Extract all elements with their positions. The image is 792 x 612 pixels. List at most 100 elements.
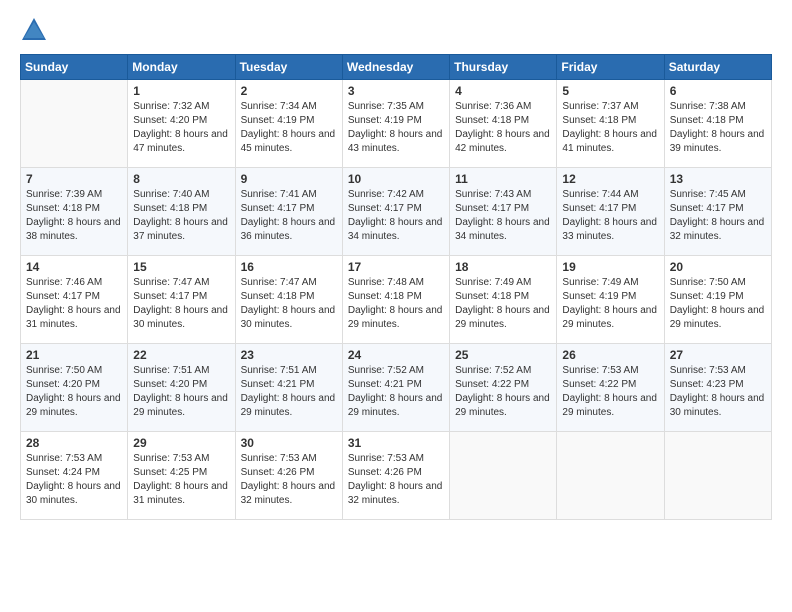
day-number: 16 — [241, 260, 337, 274]
day-number: 24 — [348, 348, 444, 362]
calendar-cell: 25 Sunrise: 7:52 AMSunset: 4:22 PMDayligh… — [450, 344, 557, 432]
day-number: 30 — [241, 436, 337, 450]
cell-content: Sunrise: 7:51 AMSunset: 4:21 PMDaylight:… — [241, 364, 337, 420]
calendar-week-3: 14 Sunrise: 7:46 AMSunset: 4:17 PMDayligh… — [21, 256, 772, 344]
day-number: 1 — [133, 84, 229, 98]
calendar-cell: 16 Sunrise: 7:47 AMSunset: 4:18 PMDayligh… — [235, 256, 342, 344]
calendar-cell — [664, 432, 771, 520]
cell-content: Sunrise: 7:37 AMSunset: 4:18 PMDaylight:… — [562, 100, 658, 156]
cell-content: Sunrise: 7:49 AMSunset: 4:19 PMDaylight:… — [562, 276, 658, 332]
day-number: 13 — [670, 172, 766, 186]
weekday-header-row: SundayMondayTuesdayWednesdayThursdayFrid… — [21, 55, 772, 80]
calendar-cell: 24 Sunrise: 7:52 AMSunset: 4:21 PMDayligh… — [342, 344, 449, 432]
calendar-cell: 3Sunrise: 7:35 AMSunset: 4:19 PMDaylight… — [342, 80, 449, 168]
calendar-week-4: 21Sunrise: 7:50 AMSunset: 4:20 PMDayligh… — [21, 344, 772, 432]
weekday-header-tuesday: Tuesday — [235, 55, 342, 80]
weekday-header-friday: Friday — [557, 55, 664, 80]
cell-content: Sunrise: 7:35 AMSunset: 4:19 PMDaylight:… — [348, 100, 444, 156]
day-number: 15 — [133, 260, 229, 274]
weekday-header-thursday: Thursday — [450, 55, 557, 80]
cell-content: Sunrise: 7:42 AMSunset: 4:17 PMDaylight:… — [348, 188, 444, 244]
day-number: 22 — [133, 348, 229, 362]
cell-content: Sunrise: 7:34 AMSunset: 4:19 PMDaylight:… — [241, 100, 337, 156]
calendar-cell: 29Sunrise: 7:53 AMSunset: 4:25 PMDayligh… — [128, 432, 235, 520]
cell-content: Sunrise: 7:53 AMSunset: 4:26 PMDaylight:… — [241, 452, 337, 508]
cell-content: Sunrise: 7:39 AMSunset: 4:18 PMDaylight:… — [26, 188, 122, 244]
weekday-header-saturday: Saturday — [664, 55, 771, 80]
calendar-cell: 26 Sunrise: 7:53 AMSunset: 4:22 PMDayligh… — [557, 344, 664, 432]
calendar-cell: 15 Sunrise: 7:47 AMSunset: 4:17 PMDayligh… — [128, 256, 235, 344]
day-number: 25 — [455, 348, 551, 362]
day-number: 21 — [26, 348, 122, 362]
calendar-cell: 10Sunrise: 7:42 AMSunset: 4:17 PMDayligh… — [342, 168, 449, 256]
day-number: 18 — [455, 260, 551, 274]
logo — [20, 16, 52, 44]
calendar-cell — [21, 80, 128, 168]
calendar-week-5: 28Sunrise: 7:53 AMSunset: 4:24 PMDayligh… — [21, 432, 772, 520]
calendar-cell — [557, 432, 664, 520]
calendar-cell: 6Sunrise: 7:38 AMSunset: 4:18 PMDaylight… — [664, 80, 771, 168]
day-number: 19 — [562, 260, 658, 274]
calendar-week-2: 7 Sunrise: 7:39 AMSunset: 4:18 PMDaylight… — [21, 168, 772, 256]
cell-content: Sunrise: 7:40 AMSunset: 4:18 PMDaylight:… — [133, 188, 229, 244]
cell-content: Sunrise: 7:52 AMSunset: 4:21 PMDaylight:… — [348, 364, 444, 420]
cell-content: Sunrise: 7:48 AMSunset: 4:18 PMDaylight:… — [348, 276, 444, 332]
day-number: 31 — [348, 436, 444, 450]
cell-content: Sunrise: 7:52 AMSunset: 4:22 PMDaylight:… — [455, 364, 551, 420]
calendar-cell: 20 Sunrise: 7:50 AMSunset: 4:19 PMDayligh… — [664, 256, 771, 344]
day-number: 8 — [133, 172, 229, 186]
page: SundayMondayTuesdayWednesdayThursdayFrid… — [0, 0, 792, 612]
calendar-cell: 27 Sunrise: 7:53 AMSunset: 4:23 PMDayligh… — [664, 344, 771, 432]
cell-content: Sunrise: 7:53 AMSunset: 4:23 PMDaylight:… — [670, 364, 766, 420]
day-number: 26 — [562, 348, 658, 362]
calendar-cell: 31Sunrise: 7:53 AMSunset: 4:26 PMDayligh… — [342, 432, 449, 520]
day-number: 5 — [562, 84, 658, 98]
cell-content: Sunrise: 7:46 AMSunset: 4:17 PMDaylight:… — [26, 276, 122, 332]
header — [20, 16, 772, 44]
cell-content: Sunrise: 7:47 AMSunset: 4:18 PMDaylight:… — [241, 276, 337, 332]
calendar-cell: 28Sunrise: 7:53 AMSunset: 4:24 PMDayligh… — [21, 432, 128, 520]
cell-content: Sunrise: 7:41 AMSunset: 4:17 PMDaylight:… — [241, 188, 337, 244]
cell-content: Sunrise: 7:47 AMSunset: 4:17 PMDaylight:… — [133, 276, 229, 332]
calendar-cell: 7 Sunrise: 7:39 AMSunset: 4:18 PMDaylight… — [21, 168, 128, 256]
calendar-cell: 11 Sunrise: 7:43 AMSunset: 4:17 PMDayligh… — [450, 168, 557, 256]
calendar-cell: 23 Sunrise: 7:51 AMSunset: 4:21 PMDayligh… — [235, 344, 342, 432]
calendar-cell: 21Sunrise: 7:50 AMSunset: 4:20 PMDayligh… — [21, 344, 128, 432]
weekday-header-sunday: Sunday — [21, 55, 128, 80]
day-number: 23 — [241, 348, 337, 362]
cell-content: Sunrise: 7:49 AMSunset: 4:18 PMDaylight:… — [455, 276, 551, 332]
cell-content: Sunrise: 7:53 AMSunset: 4:25 PMDaylight:… — [133, 452, 229, 508]
cell-content: Sunrise: 7:51 AMSunset: 4:20 PMDaylight:… — [133, 364, 229, 420]
cell-content: Sunrise: 7:50 AMSunset: 4:19 PMDaylight:… — [670, 276, 766, 332]
day-number: 2 — [241, 84, 337, 98]
calendar-cell: 2 Sunrise: 7:34 AMSunset: 4:19 PMDaylight… — [235, 80, 342, 168]
logo-icon — [20, 16, 48, 44]
cell-content: Sunrise: 7:36 AMSunset: 4:18 PMDaylight:… — [455, 100, 551, 156]
calendar-cell: 12Sunrise: 7:44 AMSunset: 4:17 PMDayligh… — [557, 168, 664, 256]
calendar-cell: 4 Sunrise: 7:36 AMSunset: 4:18 PMDaylight… — [450, 80, 557, 168]
calendar-cell: 1 Sunrise: 7:32 AMSunset: 4:20 PMDaylight… — [128, 80, 235, 168]
calendar-cell: 30 Sunrise: 7:53 AMSunset: 4:26 PMDayligh… — [235, 432, 342, 520]
day-number: 4 — [455, 84, 551, 98]
day-number: 11 — [455, 172, 551, 186]
calendar-cell: 13Sunrise: 7:45 AMSunset: 4:17 PMDayligh… — [664, 168, 771, 256]
day-number: 7 — [26, 172, 122, 186]
cell-content: Sunrise: 7:43 AMSunset: 4:17 PMDaylight:… — [455, 188, 551, 244]
day-number: 14 — [26, 260, 122, 274]
cell-content: Sunrise: 7:44 AMSunset: 4:17 PMDaylight:… — [562, 188, 658, 244]
calendar-cell: 22 Sunrise: 7:51 AMSunset: 4:20 PMDayligh… — [128, 344, 235, 432]
day-number: 27 — [670, 348, 766, 362]
calendar-cell: 5 Sunrise: 7:37 AMSunset: 4:18 PMDaylight… — [557, 80, 664, 168]
calendar-week-1: 1 Sunrise: 7:32 AMSunset: 4:20 PMDaylight… — [21, 80, 772, 168]
calendar-cell — [450, 432, 557, 520]
cell-content: Sunrise: 7:53 AMSunset: 4:22 PMDaylight:… — [562, 364, 658, 420]
day-number: 9 — [241, 172, 337, 186]
calendar-cell: 8 Sunrise: 7:40 AMSunset: 4:18 PMDaylight… — [128, 168, 235, 256]
cell-content: Sunrise: 7:32 AMSunset: 4:20 PMDaylight:… — [133, 100, 229, 156]
calendar-table: SundayMondayTuesdayWednesdayThursdayFrid… — [20, 54, 772, 520]
day-number: 20 — [670, 260, 766, 274]
weekday-header-wednesday: Wednesday — [342, 55, 449, 80]
day-number: 28 — [26, 436, 122, 450]
day-number: 6 — [670, 84, 766, 98]
day-number: 17 — [348, 260, 444, 274]
